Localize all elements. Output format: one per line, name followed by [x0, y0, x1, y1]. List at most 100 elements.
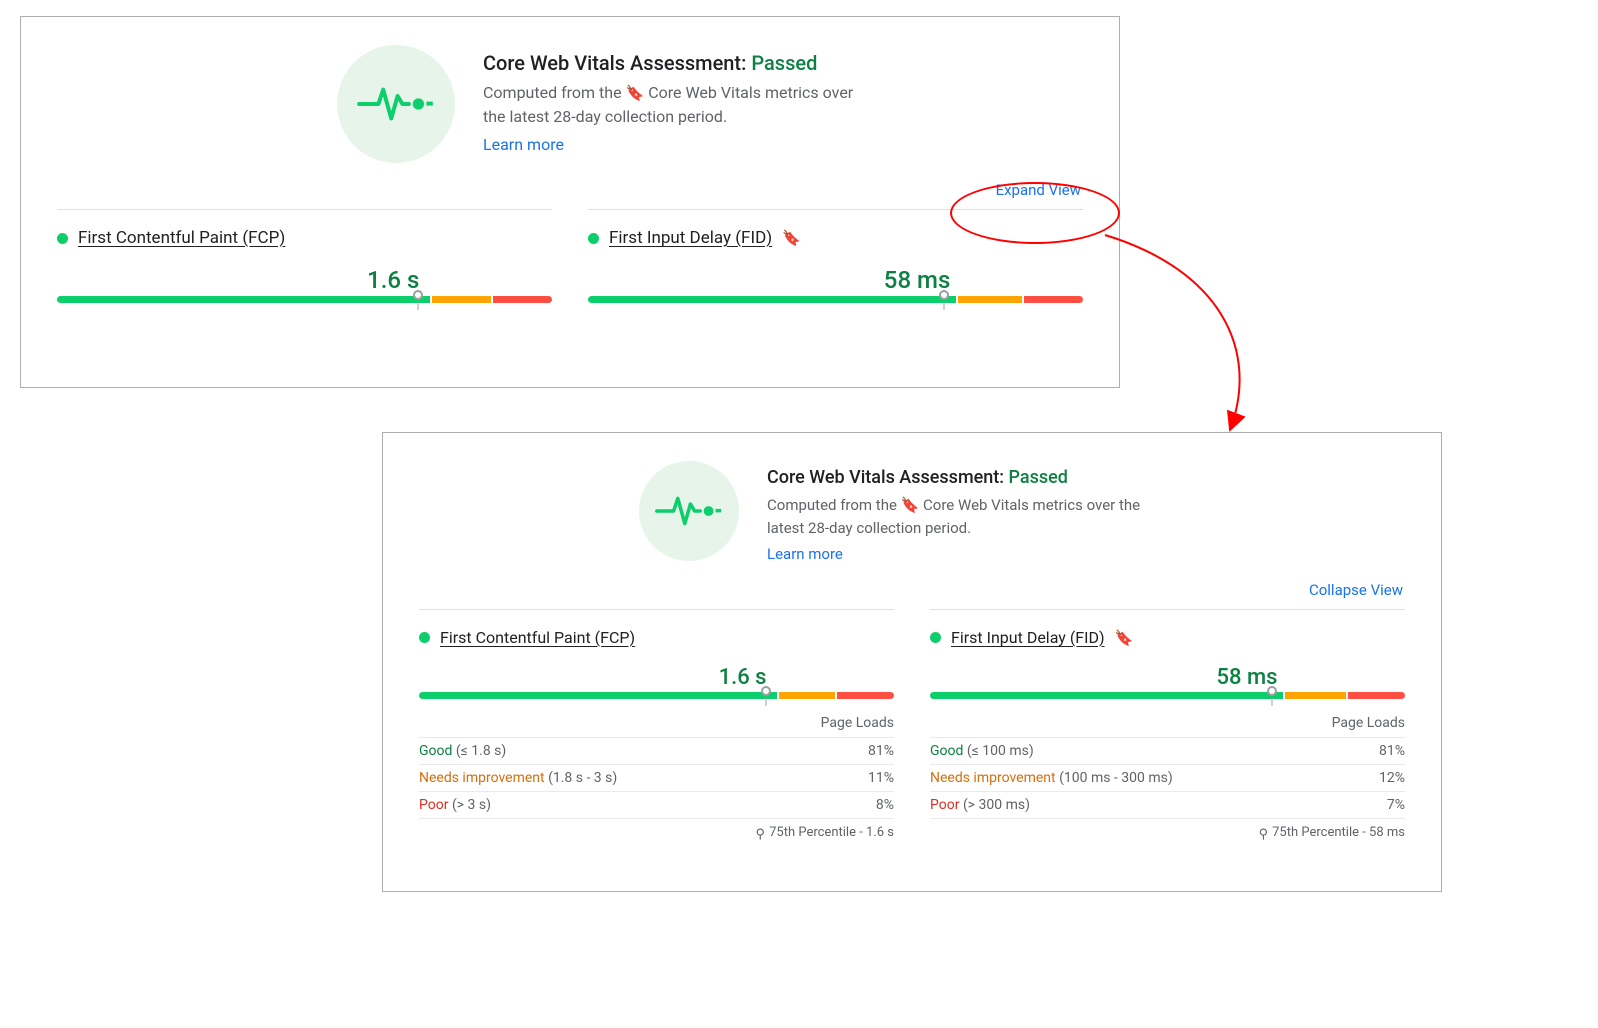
- vitals-icon: [337, 45, 455, 163]
- bd-good-range: (≤ 100 ms): [967, 743, 1034, 759]
- annotation-ellipse: [950, 182, 1120, 244]
- cwv-title-prefix: Core Web Vitals Assessment:: [483, 51, 751, 75]
- cwv-panel-expanded: Core Web Vitals Assessment: Passed Compu…: [382, 432, 1442, 892]
- bar-good: [588, 296, 956, 303]
- metric-value-fid: 58 ms: [588, 266, 1083, 294]
- breakdown-fid: Page Loads Good (≤ 100 ms) 81% Needs imp…: [930, 709, 1405, 840]
- metric-fcp: First Contentful Paint (FCP) 1.6 s: [57, 209, 552, 303]
- bar-ni: [1285, 692, 1346, 699]
- metric-value-fcp: 1.6 s: [57, 266, 552, 294]
- cwv-header: Core Web Vitals Assessment: Passed Compu…: [639, 461, 1405, 563]
- metric-name-fid[interactable]: First Input Delay (FID): [609, 228, 772, 248]
- metric-bar-fcp: [57, 296, 552, 303]
- percentile-icon: ⚲: [756, 827, 766, 842]
- p75-value: 1.6 s: [866, 825, 894, 840]
- percentile-icon: ⚲: [1259, 827, 1269, 842]
- bookmark-icon: 🔖: [1115, 629, 1134, 647]
- bar-ni: [779, 692, 836, 699]
- breakdown-row-poor: Poor (> 300 ms) 7%: [930, 792, 1405, 819]
- metric-value-fid: 58 ms: [930, 665, 1405, 690]
- bar-poor: [1348, 692, 1405, 699]
- breakdown-row-poor: Poor (> 3 s) 8%: [419, 792, 894, 819]
- bd-ni-label: Needs improvement: [419, 770, 545, 786]
- p75-prefix: 75th Percentile -: [769, 825, 866, 840]
- cwv-subtitle: Computed from the 🔖 Core Web Vitals metr…: [483, 81, 863, 129]
- bd-poor-range: (> 300 ms): [963, 797, 1030, 813]
- metric-fcp-expanded: First Contentful Paint (FCP) 1.6 s Page …: [419, 609, 894, 840]
- bd-good-range: (≤ 1.8 s): [456, 743, 506, 759]
- bd-ni-range: (100 ms - 300 ms): [1059, 770, 1173, 786]
- bar-marker: [1267, 686, 1277, 696]
- bd-poor-pct: 8%: [876, 797, 894, 813]
- status-dot-good: [57, 233, 68, 244]
- learn-more-link[interactable]: Learn more: [483, 135, 564, 154]
- bar-good: [419, 692, 777, 699]
- metric-fid-expanded: First Input Delay (FID) 🔖 58 ms Page Loa…: [930, 609, 1405, 840]
- bar-good: [57, 296, 430, 303]
- breakdown-row-ni: Needs improvement (100 ms - 300 ms) 12%: [930, 765, 1405, 792]
- expand-view-button[interactable]: Expand View: [57, 181, 1081, 199]
- cwv-subtitle: Computed from the 🔖 Core Web Vitals metr…: [767, 494, 1147, 539]
- bd-good-pct: 81%: [1379, 743, 1405, 759]
- status-dot-good: [419, 632, 430, 643]
- metrics-row: First Contentful Paint (FCP) 1.6 s First…: [57, 209, 1083, 303]
- bookmark-icon: 🔖: [901, 496, 920, 514]
- metric-header-fid: First Input Delay (FID) 🔖: [930, 628, 1405, 647]
- cwv-sub-pre: Computed from the: [483, 83, 626, 102]
- bd-poor-pct: 7%: [1387, 797, 1405, 813]
- bar-good: [930, 692, 1283, 699]
- metric-bar-fid: [588, 296, 1083, 303]
- breakdown-row-ni: Needs improvement (1.8 s - 3 s) 11%: [419, 765, 894, 792]
- breakdown-row-good: Good (≤ 100 ms) 81%: [930, 738, 1405, 765]
- bar-ni: [432, 296, 491, 303]
- cwv-sub-pre: Computed from the: [767, 496, 901, 514]
- bd-ni-label: Needs improvement: [930, 770, 1056, 786]
- bookmark-icon: 🔖: [626, 84, 645, 102]
- bd-poor-range: (> 3 s): [452, 797, 491, 813]
- metrics-row: First Contentful Paint (FCP) 1.6 s Page …: [419, 609, 1405, 840]
- status-dot-good: [930, 632, 941, 643]
- cwv-header: Core Web Vitals Assessment: Passed Compu…: [337, 45, 1083, 163]
- bd-ni-range: (1.8 s - 3 s): [548, 770, 617, 786]
- cwv-title: Core Web Vitals Assessment: Passed: [767, 467, 1147, 488]
- cwv-title-prefix: Core Web Vitals Assessment:: [767, 467, 1009, 488]
- learn-more-link[interactable]: Learn more: [767, 545, 843, 563]
- bookmark-icon: 🔖: [782, 229, 801, 247]
- bar-marker: [939, 290, 949, 300]
- cwv-title: Core Web Vitals Assessment: Passed: [483, 51, 863, 75]
- breakdown-fcp: Page Loads Good (≤ 1.8 s) 81% Needs impr…: [419, 709, 894, 840]
- p75-value: 58 ms: [1369, 825, 1405, 840]
- metric-header-fcp: First Contentful Paint (FCP): [419, 628, 894, 647]
- collapse-view-button[interactable]: Collapse View: [419, 581, 1403, 599]
- metric-bar-fcp: [419, 692, 894, 699]
- cwv-header-text: Core Web Vitals Assessment: Passed Compu…: [483, 45, 863, 163]
- metric-name-fcp[interactable]: First Contentful Paint (FCP): [440, 628, 635, 647]
- bar-marker: [413, 290, 423, 300]
- metric-name-fid[interactable]: First Input Delay (FID): [951, 628, 1105, 647]
- bd-good-label: Good: [930, 743, 963, 759]
- bd-poor-label: Poor: [930, 797, 959, 813]
- bd-ni-pct: 11%: [868, 770, 894, 786]
- bar-marker: [761, 686, 771, 696]
- bar-ni: [958, 296, 1022, 303]
- bd-ni-pct: 12%: [1379, 770, 1405, 786]
- bar-poor: [1024, 296, 1083, 303]
- breakdown-header: Page Loads: [930, 709, 1405, 738]
- metric-header-fcp: First Contentful Paint (FCP): [57, 228, 552, 248]
- breakdown-p75: ⚲75th Percentile - 1.6 s: [419, 819, 894, 840]
- breakdown-row-good: Good (≤ 1.8 s) 81%: [419, 738, 894, 765]
- bd-poor-label: Poor: [419, 797, 448, 813]
- annotation-arrow: [1100, 230, 1300, 450]
- status-dot-good: [588, 233, 599, 244]
- bd-good-pct: 81%: [868, 743, 894, 759]
- metric-value-fcp: 1.6 s: [419, 665, 894, 690]
- bar-poor: [837, 692, 894, 699]
- vitals-icon: [639, 461, 739, 561]
- p75-prefix: 75th Percentile -: [1272, 825, 1369, 840]
- metric-name-fcp[interactable]: First Contentful Paint (FCP): [78, 228, 285, 248]
- cwv-header-text: Core Web Vitals Assessment: Passed Compu…: [767, 461, 1147, 563]
- bar-poor: [493, 296, 552, 303]
- metric-bar-fid: [930, 692, 1405, 699]
- cwv-status: Passed: [751, 51, 817, 75]
- cwv-status: Passed: [1009, 467, 1068, 488]
